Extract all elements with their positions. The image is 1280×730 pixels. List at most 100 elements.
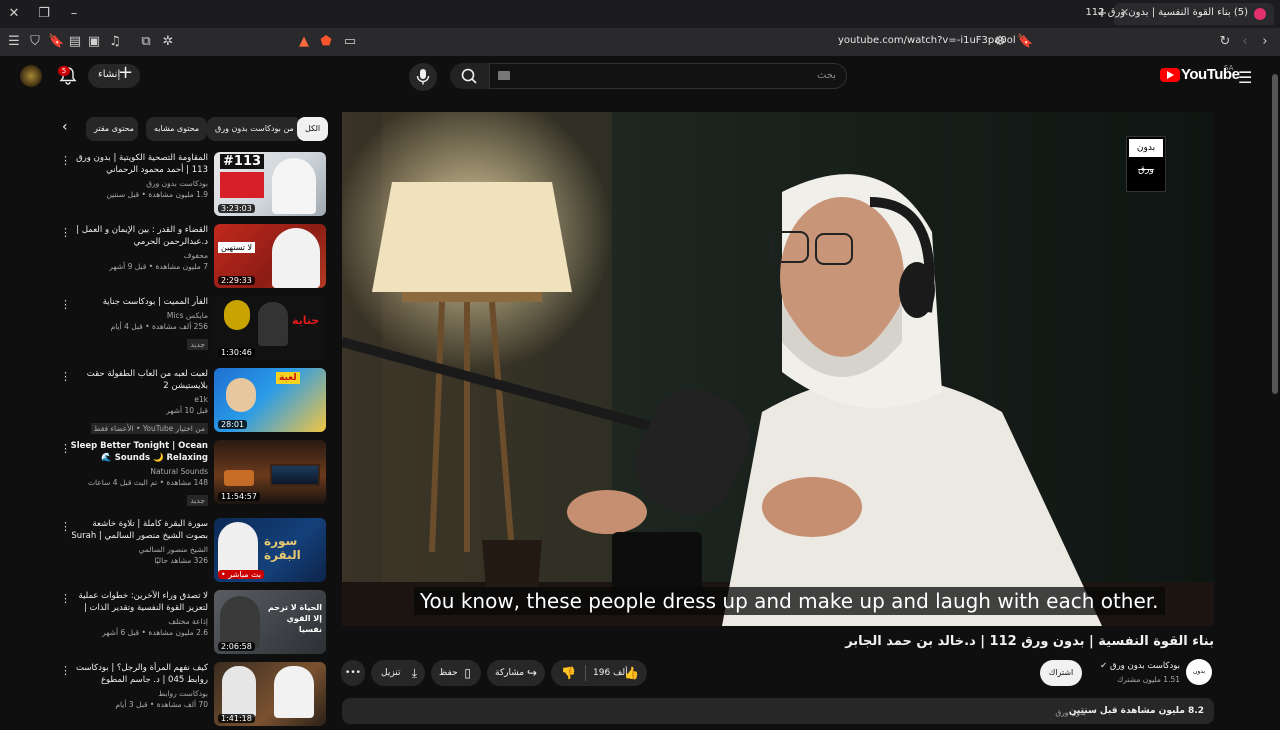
video-thumbnail[interactable]: لا تستهين 2:29:33: [214, 224, 326, 288]
video-title[interactable]: لعبت لعبه من العاب الطفولة حقت بلايستيشن…: [68, 368, 208, 392]
thumbnail-gasmask: [224, 300, 250, 330]
shield-icon[interactable]: ⛉: [27, 34, 43, 50]
video-stats: 70 ألف مشاهدة • قبل 3 أيام: [115, 700, 208, 709]
notification-count-badge: 5: [58, 66, 70, 76]
address-bar[interactable]: youtube.com/watch?v=-i1uF3pa0ol: [838, 35, 1016, 46]
close-tab-icon[interactable]: ✕: [1120, 6, 1129, 19]
more-options-icon[interactable]: ⋮: [60, 664, 71, 677]
video-thumbnail[interactable]: #113 3:23:03: [214, 152, 326, 216]
reader-icon[interactable]: ▤: [67, 34, 83, 50]
more-options-icon[interactable]: ⋮: [60, 442, 71, 455]
save-button[interactable]: ▯ حفظ: [431, 660, 481, 686]
channel-name[interactable]: مايكس Mics: [68, 310, 208, 321]
list-item[interactable]: لا تستهين 2:29:33 القضاء و القدر : بين ا…: [56, 224, 326, 292]
video-title[interactable]: كيف نفهم المرأة والرجل؟ | بودكاست روابط …: [68, 662, 208, 686]
channel-avatar[interactable]: بدون: [1186, 659, 1212, 685]
channel-name[interactable]: Natural Sounds: [68, 466, 208, 477]
more-options-icon[interactable]: ⋮: [60, 592, 71, 605]
sidebar-icon[interactable]: ▣: [86, 34, 102, 50]
browser-tab[interactable]: (5) بناء القوة النفسية | بدون ورق 112 ✕: [1085, 3, 1274, 25]
more-options-icon[interactable]: ⋮: [60, 298, 71, 311]
search-input[interactable]: بحث: [489, 63, 847, 89]
video-thumbnail[interactable]: 11:54:57: [214, 440, 326, 504]
video-title[interactable]: الفأر المميت | بودكاست جناية: [68, 296, 208, 308]
channel-name[interactable]: الشيخ منصور السالمي: [68, 544, 208, 555]
brave-shield-icon[interactable]: ⬟: [318, 34, 334, 50]
keyboard-icon[interactable]: [498, 71, 510, 80]
video-duration: 3:23:03: [218, 204, 255, 213]
more-options-icon[interactable]: ⋮: [60, 370, 71, 383]
like-icon[interactable]: 👍: [624, 660, 639, 686]
screenshot-icon[interactable]: ⧉: [138, 34, 154, 50]
video-title[interactable]: لا تصدق وراء الآخرين: خطوات عملية لتعزيز…: [68, 590, 208, 614]
thumbnail-person: [258, 302, 288, 346]
video-thumbnail[interactable]: لعبة 28:01: [214, 368, 326, 432]
description-box[interactable]: 8.2 مليون مشاهدة قبل سنتين بدون ورق: [342, 698, 1214, 724]
list-item[interactable]: لعبة 28:01 لعبت لعبه من العاب الطفولة حق…: [56, 368, 326, 436]
more-options-icon[interactable]: ⋮: [60, 154, 71, 167]
video-title[interactable]: المقاومة التصحية الكويتية | بدون ورق 113…: [68, 152, 208, 176]
channel-name[interactable]: محفوف: [68, 250, 208, 261]
account-avatar[interactable]: [20, 65, 42, 87]
music-icon[interactable]: ♫: [107, 34, 123, 50]
channel-name[interactable]: e1k: [68, 394, 208, 405]
video-duration: 11:54:57: [218, 492, 260, 501]
channel-watermark[interactable]: بدون ورق: [1126, 136, 1166, 192]
video-thumbnail[interactable]: جناية 1:30:46: [214, 296, 326, 360]
restore-window-icon[interactable]: ❐: [36, 6, 52, 22]
view-count: 8.2 مليون مشاهدة قبل سنتين: [1068, 706, 1204, 716]
subscriber-count: 1.51 مليون مشترك: [1117, 675, 1180, 684]
site-settings-icon[interactable]: ⚙: [992, 34, 1008, 50]
chip-from-channel[interactable]: من بودكاست بدون ورق: [207, 117, 302, 141]
chip-all[interactable]: الكل: [297, 117, 329, 141]
minimize-window-icon[interactable]: –: [66, 6, 82, 22]
download-button[interactable]: ⤓ تنزيل: [371, 660, 425, 686]
extension-icon[interactable]: ✲: [160, 34, 176, 50]
list-item[interactable]: #113 3:23:03 المقاومة التصحية الكويتية |…: [56, 152, 326, 220]
video-title[interactable]: سورة البقرة كاملة | تلاوة خاشعة بصوت الش…: [68, 518, 208, 542]
list-item[interactable]: سورة البقرة • بث مباشر سورة البقرة كاملة…: [56, 518, 326, 586]
thumbnail-text: لعبة: [276, 372, 300, 384]
more-options-icon[interactable]: ⋮: [60, 520, 71, 533]
list-item[interactable]: 11:54:57 Sleep Better Tonight | Ocean So…: [56, 440, 326, 508]
video-title[interactable]: القضاء و القدر : بين الإيمان و العمل | د…: [68, 224, 208, 248]
video-thumbnail[interactable]: 1:41:18: [214, 662, 326, 726]
chip-related[interactable]: محتوى مقتر: [86, 117, 138, 141]
forward-icon[interactable]: ›: [1257, 34, 1273, 50]
video-duration: 1:30:46: [218, 348, 255, 357]
subscribe-button[interactable]: اشتراك: [1040, 660, 1082, 686]
dislike-icon[interactable]: 👎: [561, 660, 576, 686]
channel-name[interactable]: إذاعة مختلف: [68, 616, 208, 627]
video-player[interactable]: بدون ورق: [342, 112, 1214, 626]
share-button[interactable]: ↪ مشاركة: [487, 660, 545, 686]
brave-rewards-icon[interactable]: ▲: [296, 34, 312, 50]
menu-icon[interactable]: ☰: [6, 34, 22, 50]
video-thumbnail[interactable]: سورة البقرة • بث مباشر: [214, 518, 326, 582]
more-actions-button[interactable]: •••: [341, 660, 365, 686]
search-button[interactable]: [450, 63, 489, 89]
scrollbar-thumb[interactable]: [1272, 74, 1278, 394]
youtube-logo-icon[interactable]: [1160, 68, 1180, 82]
page-scrollbar[interactable]: [1270, 56, 1280, 720]
back-icon[interactable]: ‹: [1237, 34, 1253, 50]
chevron-left-icon[interactable]: ‹: [62, 119, 68, 135]
close-window-icon[interactable]: ✕: [6, 6, 22, 22]
plus-icon: +: [118, 62, 134, 83]
create-button[interactable]: + إنشاء: [88, 62, 140, 88]
video-title[interactable]: Sleep Better Tonight | Ocean Sounds 🌙 Re…: [68, 440, 208, 464]
voice-search-button[interactable]: [409, 63, 437, 91]
bookmark-icon[interactable]: 🔖: [48, 34, 64, 50]
guide-menu-icon[interactable]: ☰: [1238, 68, 1252, 87]
bookmark-page-icon[interactable]: 🔖: [1017, 34, 1033, 50]
channel-name-main[interactable]: بودكاست بدون ورق ✔: [1100, 661, 1180, 671]
channel-name[interactable]: بودكاست بدون ورق: [68, 178, 208, 189]
list-item[interactable]: الحياة لا ترحم إلا القوي نفسيا 2:06:58 ل…: [56, 590, 326, 658]
chip-similar[interactable]: محتوى مشابه: [146, 117, 208, 141]
more-options-icon[interactable]: ⋮: [60, 226, 71, 239]
video-thumbnail[interactable]: الحياة لا ترحم إلا القوي نفسيا 2:06:58: [214, 590, 326, 654]
reload-icon[interactable]: ↻: [1217, 34, 1233, 50]
video-caption: You know, these people dress up and make…: [414, 587, 1165, 615]
list-item[interactable]: جناية 1:30:46 الفأر المميت | بودكاست جنا…: [56, 296, 326, 364]
channel-name[interactable]: بودكاست روابط: [68, 688, 208, 699]
reader-mode-icon[interactable]: ▭: [342, 34, 358, 50]
